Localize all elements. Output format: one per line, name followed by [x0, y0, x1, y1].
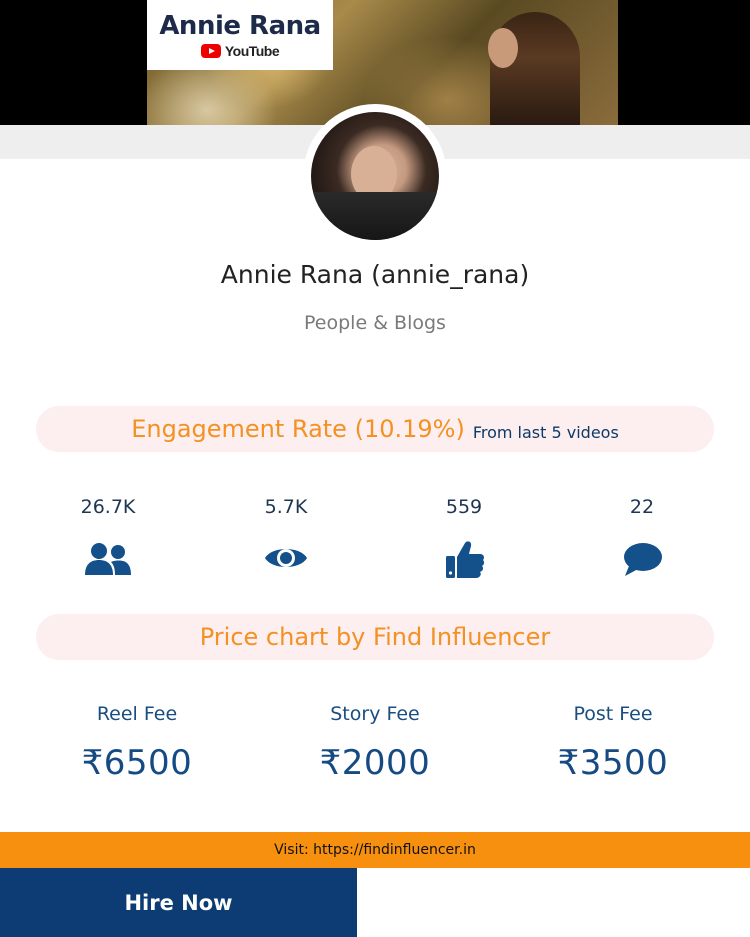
fee-reel: Reel Fee ₹6500: [37, 703, 237, 783]
fee-value: ₹6500: [81, 743, 193, 783]
fee-value: ₹3500: [557, 743, 669, 783]
price-chart-title: Price chart by Find Influencer: [199, 623, 551, 651]
stat-value: 559: [445, 496, 483, 518]
fee-label: Reel Fee: [96, 703, 178, 725]
youtube-play-icon: [200, 44, 221, 58]
stat-subscribers: 26.7K: [48, 496, 168, 518]
channel-logo-name: Annie Rana: [159, 11, 321, 41]
stat-likes: 559: [404, 496, 524, 518]
youtube-wordmark: YouTube: [224, 43, 280, 59]
engagement-rate-subtitle: From last 5 videos: [472, 422, 619, 442]
engagement-rate-title: Engagement Rate (10.19%): [131, 415, 465, 443]
visit-link-bar[interactable]: Visit: https://findinfluencer.in: [0, 832, 750, 868]
eye-icon: [264, 543, 308, 573]
engagement-rate-banner: Engagement Rate (10.19%) From last 5 vid…: [36, 406, 714, 452]
stat-value: 26.7K: [80, 496, 136, 518]
stat-value: 5.7K: [264, 496, 308, 518]
channel-logo-card: Annie Rana YouTube: [147, 0, 333, 70]
stat-value: 22: [629, 496, 655, 518]
fee-label: Post Fee: [573, 703, 653, 725]
fee-story: Story Fee ₹2000: [275, 703, 475, 783]
stat-comments: 22: [582, 496, 702, 518]
profile-name: Annie Rana (annie_rana): [220, 260, 530, 289]
fee-label: Story Fee: [330, 703, 420, 725]
avatar: [311, 112, 439, 240]
users-icon: [83, 542, 133, 576]
profile-category: People & Blogs: [304, 312, 446, 334]
stat-views: 5.7K: [226, 496, 346, 518]
comment-icon: [623, 542, 663, 578]
hire-now-button[interactable]: Hire Now: [0, 868, 357, 937]
hire-now-label: Hire Now: [124, 890, 233, 915]
youtube-badge: YouTube: [200, 43, 280, 59]
visit-link[interactable]: Visit: https://findinfluencer.in: [274, 842, 476, 858]
cover-person-face: [488, 28, 518, 68]
fee-post: Post Fee ₹3500: [513, 703, 713, 783]
thumbs-up-icon: [445, 539, 485, 579]
price-chart-banner: Price chart by Find Influencer: [36, 614, 714, 660]
fee-value: ₹2000: [319, 743, 431, 783]
